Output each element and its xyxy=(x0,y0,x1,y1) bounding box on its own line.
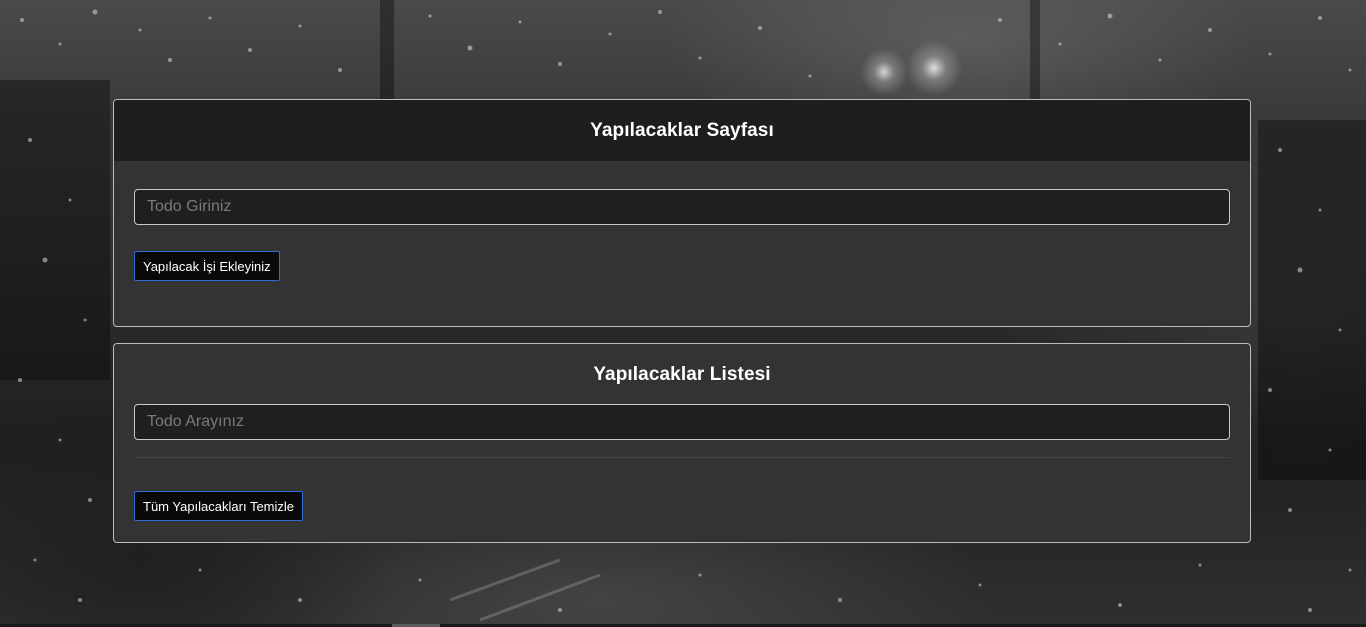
todo-input[interactable] xyxy=(134,189,1230,225)
add-todo-button[interactable]: Yapılacak İşi Ekleyiniz xyxy=(134,251,280,281)
todo-form-card: Yapılacaklar Sayfası Yapılacak İşi Ekley… xyxy=(113,99,1251,327)
todo-search-input[interactable] xyxy=(134,404,1230,440)
todo-list-header: Yapılacaklar Listesi xyxy=(114,344,1250,393)
todo-form-header: Yapılacaklar Sayfası xyxy=(114,100,1250,161)
clear-all-todos-button[interactable]: Tüm Yapılacakları Temizle xyxy=(134,491,304,521)
todo-list-card: Yapılacaklar Listesi Tüm Yapılacakları T… xyxy=(113,343,1251,543)
todo-list-title: Yapılacaklar Listesi xyxy=(593,364,771,385)
list-divider xyxy=(134,457,1230,458)
page-title: Yapılacaklar Sayfası xyxy=(590,119,774,141)
